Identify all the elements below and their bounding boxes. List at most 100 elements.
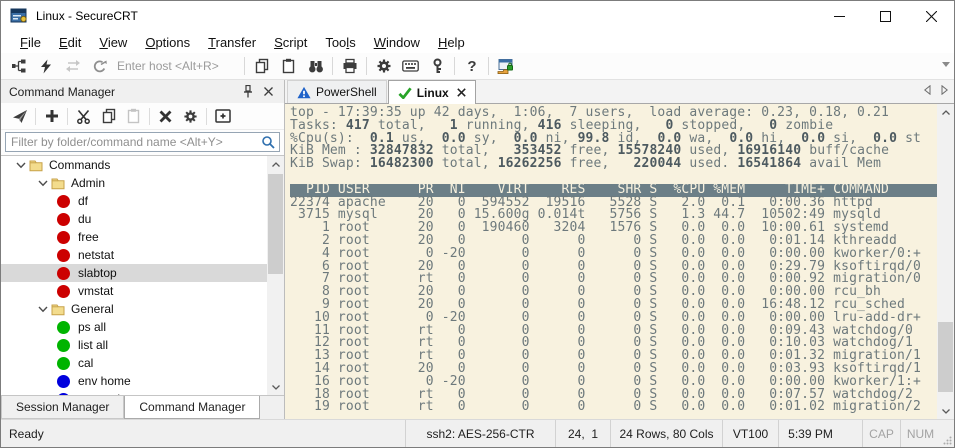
menu-help[interactable]: Help	[429, 33, 474, 52]
key-agent-button[interactable]	[424, 54, 451, 78]
paper-plane-icon	[12, 109, 28, 124]
panel-header: Command Manager	[1, 80, 284, 103]
toolbar-separator	[35, 108, 36, 125]
tab-scroll-left-icon[interactable]	[924, 85, 931, 95]
minimize-button[interactable]	[816, 1, 862, 31]
paste-button-disabled[interactable]	[121, 105, 146, 128]
app-window: Linux - SecureCRT FileEditViewOptionsTra…	[0, 0, 955, 448]
tree-item-cal[interactable]: cal	[1, 354, 284, 372]
printer-icon	[342, 58, 358, 74]
command-icon	[57, 375, 70, 388]
tree-item-slabtop[interactable]: slabtop	[1, 264, 284, 282]
close-panel-button[interactable]	[258, 83, 278, 101]
tree-item-admin[interactable]: Admin	[1, 174, 284, 192]
help-icon: ?	[465, 58, 479, 74]
tree-item-df[interactable]: df	[1, 192, 284, 210]
new-folder-button[interactable]	[210, 105, 235, 128]
tree-item-env-home[interactable]: env home	[1, 372, 284, 390]
scroll-down-arrow[interactable]	[937, 403, 954, 419]
tree-item-label: slabtop	[76, 266, 117, 280]
main-area: Command Manager	[1, 80, 954, 419]
tab-session-manager[interactable]: Session Manager	[1, 396, 124, 419]
tree-item-label: list all	[76, 338, 108, 352]
chevron-down-icon[interactable]	[35, 301, 51, 317]
menu-view[interactable]: View	[90, 33, 136, 52]
maximize-button[interactable]	[862, 1, 908, 31]
keymap-button[interactable]	[397, 54, 424, 78]
tree-item-commands[interactable]: Commands	[1, 156, 284, 174]
scrollbar-thumb[interactable]	[268, 174, 283, 274]
scroll-up-arrow[interactable]	[267, 156, 284, 172]
reconnect-button[interactable]	[59, 54, 86, 78]
tree-item-label: free	[76, 230, 99, 244]
tab-linux[interactable]: Linux	[388, 80, 476, 104]
filter-input[interactable]	[11, 135, 261, 149]
delete-button[interactable]	[153, 105, 178, 128]
scroll-up-arrow[interactable]	[937, 104, 954, 120]
tree-item-label: env path	[76, 392, 124, 396]
resize-grip[interactable]	[940, 420, 954, 447]
search-icon[interactable]	[261, 135, 275, 149]
tree-item-vmstat[interactable]: vmstat	[1, 282, 284, 300]
scroll-down-arrow[interactable]	[267, 379, 284, 395]
copy-button[interactable]	[96, 105, 121, 128]
tab-scroll-right-icon[interactable]	[941, 85, 948, 95]
menu-file[interactable]: File	[11, 33, 50, 52]
scrollbar-track[interactable]	[267, 172, 284, 379]
toolbar-separator	[244, 57, 245, 75]
copy-icon	[254, 58, 270, 74]
toolbar-overflow-icon[interactable]	[942, 62, 950, 67]
connect-button[interactable]	[5, 54, 32, 78]
tree-item-ps-all[interactable]: ps all	[1, 318, 284, 336]
tree-item-netstat[interactable]: netstat	[1, 246, 284, 264]
cut-button[interactable]	[71, 105, 96, 128]
close-button[interactable]	[908, 1, 954, 31]
copy-button[interactable]	[248, 54, 275, 78]
key-icon	[430, 58, 445, 74]
disconnect-button[interactable]	[86, 54, 113, 78]
terminal-screen[interactable]: top - 17:39:35 up 42 days, 1:06, 7 users…	[285, 104, 937, 419]
quick-connect-button[interactable]	[32, 54, 59, 78]
chevron-down-icon[interactable]	[13, 157, 29, 173]
securefx-button[interactable]	[492, 54, 519, 78]
toolbar-separator	[454, 57, 455, 75]
tab-powershell[interactable]: PowerShell	[287, 80, 387, 103]
scrollbar-track[interactable]	[937, 120, 954, 403]
menu-edit[interactable]: Edit	[50, 33, 90, 52]
check-icon	[398, 87, 412, 99]
help-button[interactable]: ?	[458, 54, 485, 78]
tree-item-general[interactable]: General	[1, 300, 284, 318]
host-input[interactable]	[113, 57, 241, 75]
tree-item-list-all[interactable]: list all	[1, 336, 284, 354]
command-icon	[57, 213, 70, 226]
command-icon	[57, 339, 70, 352]
terminal-scrollbar[interactable]	[937, 104, 954, 419]
print-button[interactable]	[336, 54, 363, 78]
chevron-down-icon[interactable]	[35, 175, 51, 191]
properties-button[interactable]	[178, 105, 203, 128]
menu-window[interactable]: Window	[365, 33, 429, 52]
minimize-icon	[834, 11, 845, 22]
tab-close-icon[interactable]	[457, 88, 466, 97]
menu-options[interactable]: Options	[136, 33, 199, 52]
session-options-button[interactable]	[370, 54, 397, 78]
menu-script[interactable]: Script	[265, 33, 316, 52]
disconnect-icon	[92, 59, 107, 74]
tree-item-du[interactable]: du	[1, 210, 284, 228]
scrollbar-thumb[interactable]	[938, 322, 953, 392]
find-button[interactable]	[302, 54, 329, 78]
pin-panel-button[interactable]	[238, 83, 258, 101]
command-icon	[57, 393, 70, 397]
tree-item-env-path[interactable]: env path	[1, 390, 284, 396]
status-num-lock: NUM	[900, 420, 940, 447]
tree-item-free[interactable]: free	[1, 228, 284, 246]
tab-command-manager[interactable]: Command Manager	[124, 396, 260, 419]
tree-item-label: vmstat	[76, 284, 113, 298]
menu-transfer[interactable]: Transfer	[199, 33, 265, 52]
send-command-button[interactable]	[7, 105, 32, 128]
paste-button[interactable]	[275, 54, 302, 78]
menu-tools[interactable]: Tools	[316, 33, 364, 52]
add-command-button[interactable]	[39, 105, 64, 128]
tree-scrollbar[interactable]	[267, 156, 284, 395]
command-icon	[57, 231, 70, 244]
